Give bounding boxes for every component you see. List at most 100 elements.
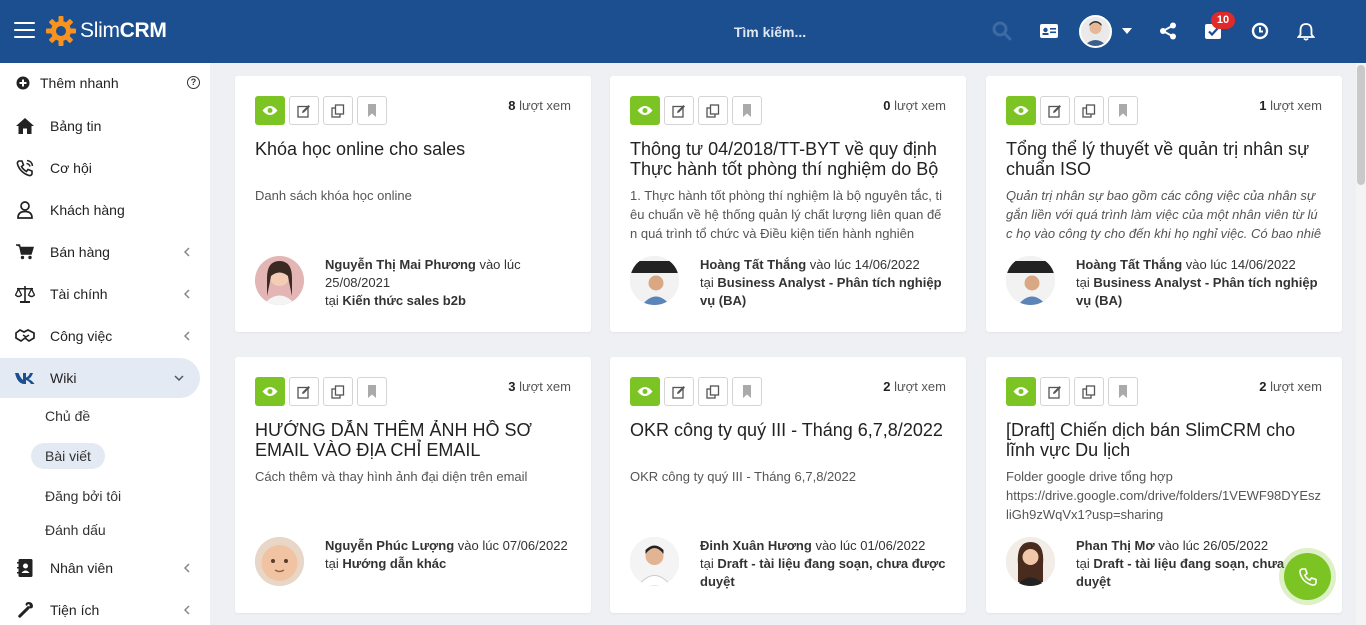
wiki-sub-danh-dau[interactable]: Đánh dấu xyxy=(45,522,106,538)
article-card[interactable]: 8 lượt xem Khóa học online cho sales Dan… xyxy=(235,76,591,332)
view-button[interactable] xyxy=(630,377,660,406)
category-link[interactable]: Hướng dẫn khác xyxy=(342,556,446,571)
bell-icon[interactable] xyxy=(1294,19,1318,43)
article-card[interactable]: 2 lượt xem OKR công ty quý III - Tháng 6… xyxy=(610,357,966,613)
app-logo[interactable]: SlimCRM xyxy=(45,14,167,48)
wiki-sub-dang-boi-toi[interactable]: Đăng bởi tôi xyxy=(45,488,121,504)
article-title[interactable]: Tổng thể lý thuyết về quản trị nhân sự c… xyxy=(1006,139,1326,179)
sidebar-item-co-hoi[interactable]: Cơ hội xyxy=(0,148,210,188)
search-input[interactable] xyxy=(520,18,1020,46)
author-avatar xyxy=(1006,256,1055,305)
view-count-value: 1 xyxy=(1259,98,1267,113)
copy-button[interactable] xyxy=(323,96,353,125)
sidebar-quick-add-label: Thêm nhanh xyxy=(40,75,119,91)
copy-button[interactable] xyxy=(698,96,728,125)
edit-button[interactable] xyxy=(664,96,694,125)
view-button[interactable] xyxy=(255,96,285,125)
edit-button[interactable] xyxy=(289,377,319,406)
edit-button[interactable] xyxy=(289,96,319,125)
at-label: vào lúc xyxy=(1185,257,1227,272)
copy-icon xyxy=(1082,103,1096,118)
view-count-value: 8 xyxy=(508,98,516,113)
article-description: 1. Thực hành tốt phòng thí nghiệm là bộ … xyxy=(630,188,943,240)
copy-button[interactable] xyxy=(698,377,728,406)
view-button[interactable] xyxy=(1006,377,1036,406)
sidebar-item-cong-viec[interactable]: Công việc xyxy=(0,316,210,356)
clock-icon[interactable] xyxy=(1248,19,1272,43)
edit-icon xyxy=(672,385,685,399)
help-icon[interactable]: ? xyxy=(187,76,200,89)
bookmark-button[interactable] xyxy=(357,377,387,406)
article-title[interactable]: Khóa học online cho sales xyxy=(255,139,575,159)
bookmark-button[interactable] xyxy=(732,96,762,125)
author-avatar xyxy=(255,537,304,586)
menu-toggle-icon[interactable] xyxy=(14,22,35,39)
contact-card-icon[interactable] xyxy=(1037,19,1061,43)
in-label: tại xyxy=(325,556,339,571)
category-link[interactable]: Kiến thức sales b2b xyxy=(342,293,466,308)
bookmark-button[interactable] xyxy=(732,377,762,406)
category-link[interactable]: Business Analyst - Phân tích nghiệp vụ (… xyxy=(700,275,942,308)
search-icon[interactable] xyxy=(990,19,1014,43)
article-card[interactable]: 1 lượt xem Tổng thể lý thuyết về quản tr… xyxy=(986,76,1342,332)
view-button[interactable] xyxy=(630,96,660,125)
category-link[interactable]: Draft - tài liệu đang soạn, chưa được du… xyxy=(700,556,946,589)
edit-button[interactable] xyxy=(664,377,694,406)
sidebar-item-label: Công việc xyxy=(50,328,113,344)
sidebar-item-ban-hang[interactable]: Bán hàng xyxy=(0,232,210,272)
user-avatar[interactable] xyxy=(1079,15,1112,48)
edit-button[interactable] xyxy=(1040,377,1070,406)
sidebar-item-tai-chinh[interactable]: Tài chính xyxy=(0,274,210,314)
author-name[interactable]: Nguyễn Phúc Lượng xyxy=(325,538,454,553)
view-count-value: 0 xyxy=(883,98,891,113)
wiki-sub-bai-viet[interactable]: Bài viết xyxy=(31,443,105,469)
cart-icon xyxy=(15,242,35,262)
share-icon[interactable] xyxy=(1156,19,1180,43)
sidebar-item-tien-ich[interactable]: Tiện ích xyxy=(0,590,210,625)
author-name[interactable]: Phan Thị Mơ xyxy=(1076,538,1155,553)
call-button[interactable] xyxy=(1284,553,1331,600)
author-name[interactable]: Nguyễn Thị Mai Phương xyxy=(325,257,476,272)
bookmark-button[interactable] xyxy=(1108,96,1138,125)
article-description: Cách thêm và thay hình ảnh đại diện trên… xyxy=(255,469,528,484)
author-name[interactable]: Hoàng Tất Thắng xyxy=(700,257,806,272)
chevron-down-icon[interactable] xyxy=(1122,28,1132,34)
edit-icon xyxy=(672,104,685,118)
article-card[interactable]: 3 lượt xem HƯỚNG DẪN THÊM ẢNH HỒ SƠ EMAI… xyxy=(235,357,591,613)
view-count-value: 2 xyxy=(883,379,891,394)
user-icon xyxy=(15,200,35,220)
article-title[interactable]: Thông tư 04/2018/TT-BYT về quy định Thực… xyxy=(630,139,950,179)
article-description: Quản trị nhân sự bao gồm các công việc c… xyxy=(1006,188,1322,240)
sidebar-item-bang-tin[interactable]: Bảng tin xyxy=(0,106,210,146)
sidebar-quick-add[interactable]: Thêm nhanh ? xyxy=(0,63,210,103)
copy-button[interactable] xyxy=(1074,377,1104,406)
article-title[interactable]: HƯỚNG DẪN THÊM ẢNH HỒ SƠ EMAIL VÀO ĐỊA C… xyxy=(255,420,575,462)
edit-button[interactable] xyxy=(1040,96,1070,125)
view-count-label: lượt xem xyxy=(519,379,571,394)
wiki-sub-chu-de[interactable]: Chủ đề xyxy=(45,408,90,424)
sidebar-item-wiki[interactable]: Wiki xyxy=(0,358,200,398)
sidebar-item-nhan-vien[interactable]: Nhân viên xyxy=(0,548,210,588)
view-count: 2 lượt xem xyxy=(883,379,946,394)
category-link[interactable]: Business Analyst - Phân tích nghiệp vụ (… xyxy=(1076,275,1318,308)
bookmark-button[interactable] xyxy=(1108,377,1138,406)
copy-button[interactable] xyxy=(1074,96,1104,125)
scrollbar-thumb[interactable] xyxy=(1357,65,1365,185)
author-name[interactable]: Đinh Xuân Hương xyxy=(700,538,812,553)
article-title[interactable]: OKR công ty quý III - Tháng 6,7,8/2022 xyxy=(630,420,950,440)
notification-badge: 10 xyxy=(1211,12,1235,29)
author-avatar xyxy=(255,256,304,305)
eye-icon xyxy=(637,106,653,115)
author-name[interactable]: Hoàng Tất Thắng xyxy=(1076,257,1182,272)
view-button[interactable] xyxy=(255,377,285,406)
page-scrollbar[interactable] xyxy=(1356,63,1366,625)
logo-prefix: Slim xyxy=(80,19,120,42)
article-title[interactable]: [Draft] Chiến dịch bán SlimCRM cho lĩnh … xyxy=(1006,420,1326,460)
copy-button[interactable] xyxy=(323,377,353,406)
view-button[interactable] xyxy=(1006,96,1036,125)
bookmark-button[interactable] xyxy=(357,96,387,125)
view-count: 3 lượt xem xyxy=(508,379,571,394)
article-card[interactable]: 0 lượt xem Thông tư 04/2018/TT-BYT về qu… xyxy=(610,76,966,332)
sidebar-item-khach-hang[interactable]: Khách hàng xyxy=(0,190,210,230)
sidebar-item-label: Cơ hội xyxy=(50,160,92,176)
